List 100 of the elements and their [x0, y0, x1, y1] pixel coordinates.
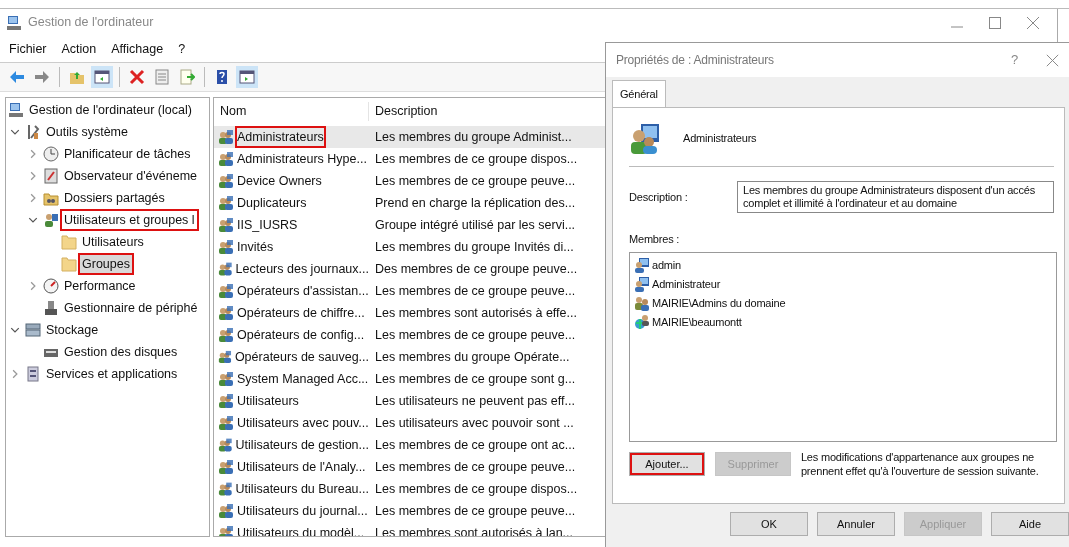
- group-name[interactable]: Device Owners: [237, 171, 322, 191]
- back-arrow-icon[interactable]: [9, 69, 25, 85]
- collapse-chevron-icon[interactable]: [28, 215, 38, 225]
- column-header[interactable]: Nom: [214, 102, 369, 121]
- tree-pane-icon[interactable]: [94, 69, 110, 85]
- group-name[interactable]: Opérateurs de config...: [237, 325, 365, 345]
- tree-item[interactable]: Gestionnaire de périphé: [62, 298, 200, 318]
- expand-chevron-icon[interactable]: [28, 171, 38, 181]
- group-name[interactable]: Opérateurs de sauveg...: [234, 347, 369, 367]
- field-label: Description :: [629, 190, 689, 205]
- tree-item[interactable]: Utilisateurs et groupes l: [62, 210, 197, 230]
- tree-item[interactable]: Performance: [62, 276, 138, 296]
- group-description: Les membres de ce groupe peuve...: [374, 172, 576, 190]
- tree-item[interactable]: Stockage: [44, 320, 101, 340]
- storage-icon: [25, 322, 41, 338]
- tab[interactable]: Général: [612, 79, 666, 107]
- group-name[interactable]: Utilisateurs du modèl...: [237, 523, 365, 536]
- device-icon: [43, 300, 59, 316]
- member-name[interactable]: MAIRIE\Admins du domaine: [652, 295, 786, 312]
- app-icon: [6, 14, 22, 31]
- field-label: Membres :: [629, 232, 681, 248]
- tree-item[interactable]: Services et applications: [44, 364, 180, 384]
- group-description: Les membres de ce groupe peuve...: [374, 282, 576, 300]
- group-name[interactable]: Utilisateurs de gestion...: [235, 435, 369, 455]
- up-folder-icon[interactable]: [69, 69, 85, 85]
- menu-item[interactable]: ?: [177, 38, 187, 60]
- members-list[interactable]: admin Administrateur MAIRIE\Admins du domaine MAIRIE\beaumontt: [629, 251, 1057, 442]
- menu-item[interactable]: Fichier: [8, 38, 48, 60]
- help-button[interactable]: Aide: [991, 512, 1069, 536]
- group-description: Prend en charge la réplication des...: [374, 194, 576, 212]
- close-icon[interactable]: [1027, 16, 1039, 29]
- add-button[interactable]: Ajouter...: [629, 452, 705, 477]
- group-name[interactable]: Opérateurs d'assistan...: [237, 281, 369, 301]
- cancel-button[interactable]: Annuler: [817, 512, 895, 536]
- group-name[interactable]: Invités: [237, 237, 274, 257]
- group-name[interactable]: IIS_IUSRS: [237, 215, 298, 235]
- group-name[interactable]: Utilisateurs avec pouv...: [237, 413, 369, 433]
- column-header[interactable]: Description: [369, 102, 438, 121]
- group-name[interactable]: Lecteurs des journaux...: [235, 259, 369, 279]
- user-icon: [634, 257, 650, 274]
- expand-chevron-icon[interactable]: [28, 281, 38, 291]
- folder-icon: [61, 234, 77, 250]
- group-description: Les utilisateurs ne peuvent pas eff...: [374, 392, 575, 410]
- group-description: Les membres de ce groupe dispos...: [374, 150, 578, 168]
- maximize-icon[interactable]: [989, 16, 1001, 29]
- collapse-chevron-icon[interactable]: [10, 127, 20, 137]
- properties-icon[interactable]: [154, 69, 170, 85]
- group-description: Groupe intégré utilisé par les servi...: [374, 216, 576, 234]
- member-name[interactable]: Administrateur: [652, 276, 721, 293]
- description-field[interactable]: Les membres du groupe Administrateurs disposent d'un accés complet et illimité à l'ordinateur et au domaine: [737, 181, 1054, 214]
- group-name[interactable]: Administrateurs Hype...: [237, 149, 367, 169]
- group-name[interactable]: Utilisateurs de l'Analy...: [237, 457, 366, 477]
- group-name[interactable]: Opérateurs de chiffre...: [237, 303, 365, 323]
- user-icon: [634, 276, 650, 293]
- expand-chevron-icon[interactable]: [10, 369, 20, 379]
- member-name[interactable]: admin: [652, 257, 681, 274]
- group-description: Les membres sont autorisés à effe...: [374, 304, 577, 322]
- group-description: Les membres du groupe Opérate...: [374, 348, 570, 366]
- delete-icon[interactable]: [129, 69, 145, 85]
- group-name[interactable]: Duplicateurs: [237, 193, 307, 213]
- computer-icon: [8, 102, 24, 118]
- menu-item[interactable]: Action: [60, 38, 98, 60]
- group-name[interactable]: System Managed Acc...: [237, 369, 369, 389]
- tree-item[interactable]: Outils système: [44, 122, 130, 142]
- close-icon[interactable]: [1046, 53, 1059, 67]
- group-description: Les membres de ce groupe peuve...: [374, 326, 576, 344]
- group-name[interactable]: Administrateurs: [237, 127, 324, 147]
- group-name[interactable]: Utilisateurs du journal...: [237, 501, 368, 521]
- expand-chevron-icon[interactable]: [28, 193, 38, 203]
- help-button[interactable]: ?: [1010, 50, 1018, 70]
- gauge-icon: [43, 278, 59, 294]
- member-name[interactable]: MAIRIE\beaumontt: [652, 314, 742, 331]
- action-pane-icon[interactable]: [239, 69, 255, 85]
- group-description: Les membres de ce groupe sont g...: [374, 370, 576, 388]
- tree-item[interactable]: Groupes: [80, 254, 132, 274]
- tree-item[interactable]: Gestion de l'ordinateur (local): [27, 100, 194, 120]
- domain-user-icon: [634, 314, 650, 331]
- group-name[interactable]: Utilisateurs du Bureau...: [235, 479, 369, 499]
- collapse-chevron-icon[interactable]: [10, 325, 20, 335]
- folder-icon: [61, 256, 77, 272]
- forward-arrow-icon[interactable]: [34, 69, 50, 85]
- tree-item[interactable]: Utilisateurs: [80, 232, 146, 252]
- tree-item[interactable]: Observateur d'événeme: [62, 166, 199, 186]
- tree-item[interactable]: Gestion des disques: [62, 342, 180, 362]
- tree-item[interactable]: Planificateur de tâches: [62, 144, 193, 164]
- group-description: Les membres de ce groupe ont ac...: [374, 436, 576, 454]
- group-description: Les membres du groupe Invités di...: [374, 238, 574, 256]
- help-icon[interactable]: [214, 69, 230, 85]
- window-title: Gestion de l'ordinateur: [28, 14, 154, 32]
- export-list-icon[interactable]: [179, 69, 195, 85]
- shared-folder-icon: [43, 190, 59, 206]
- log-viewer-icon: [43, 168, 59, 184]
- menu-item[interactable]: Affichage: [110, 38, 165, 60]
- dialog-title: Propriétés de : Administrateurs: [616, 52, 774, 69]
- tree-item[interactable]: Dossiers partagés: [62, 188, 167, 208]
- expand-chevron-icon[interactable]: [28, 149, 38, 159]
- ok-button[interactable]: OK: [730, 512, 808, 536]
- group-description: Les membres du groupe Administ...: [374, 128, 572, 146]
- group-name[interactable]: Utilisateurs: [237, 391, 299, 411]
- info-note: Les modifications d'appartenance aux groupes ne prennent effet qu'à l'ouverture de session suivante.: [800, 449, 1040, 479]
